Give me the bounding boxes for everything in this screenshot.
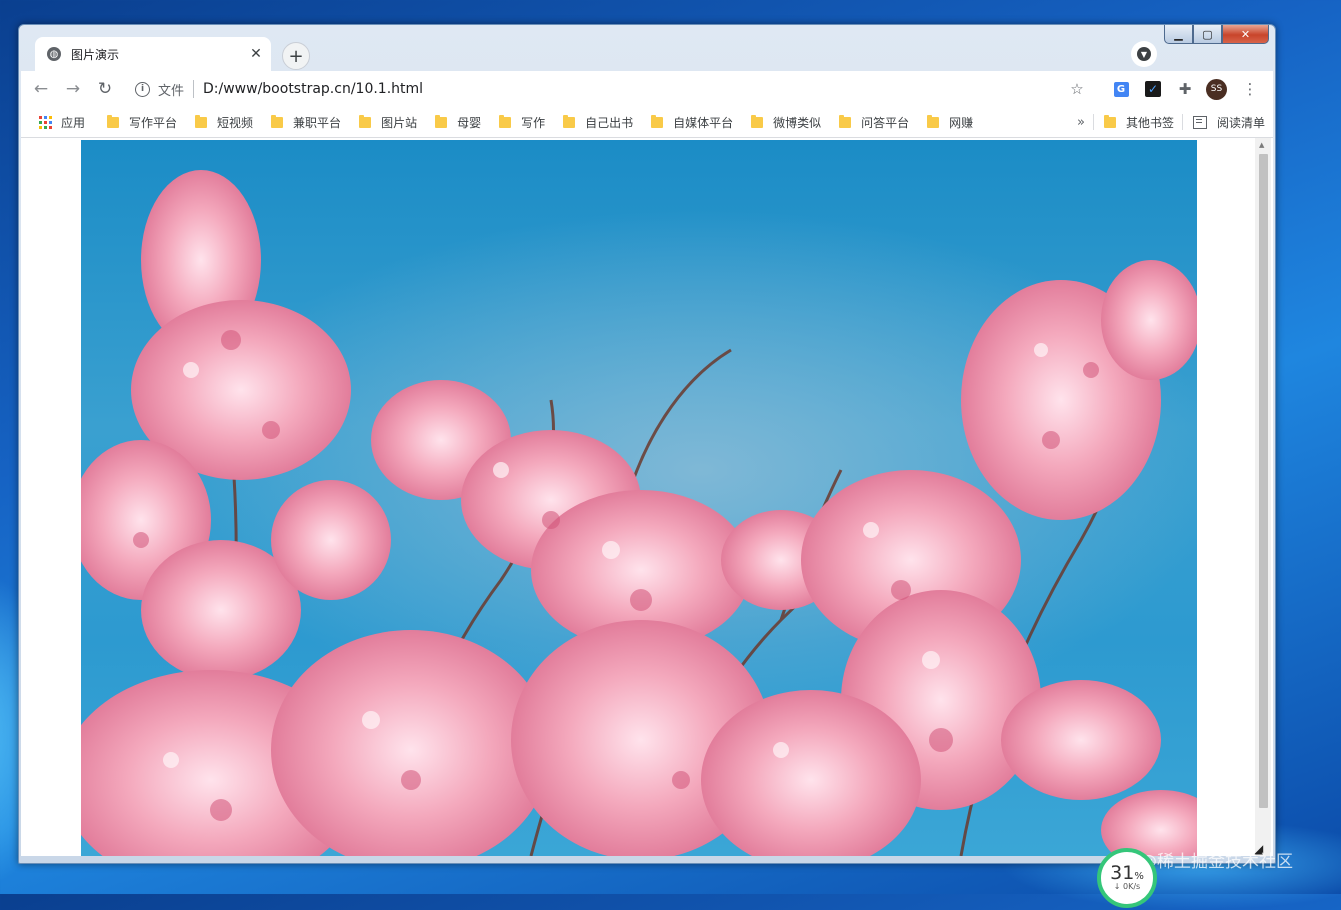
bookmark-folder[interactable]: 写作平台	[93, 110, 177, 134]
bookmark-apps[interactable]: 应用	[21, 110, 93, 134]
browser-window: ▁ ▢ ✕ ◍ 图片演示 ✕ + ▼ ← → ↻ i 文件 D:/www/boo…	[18, 24, 1276, 864]
apps-grid-icon	[39, 115, 52, 129]
reload-button[interactable]: ↻	[93, 77, 117, 101]
extension-check-icon[interactable]: ✓	[1138, 74, 1168, 104]
bookmark-label: 写作平台	[129, 115, 178, 130]
bookmark-label: 微博类似	[773, 115, 822, 130]
bookmark-folder[interactable]: 网赚	[909, 110, 973, 134]
reading-list-button[interactable]: 阅读清单	[1183, 110, 1273, 134]
tab-search-button[interactable]: ▼	[1131, 41, 1157, 67]
bookmark-folder[interactable]: 兼职平台	[253, 110, 341, 134]
page-viewport: ▲	[21, 138, 1273, 856]
chevron-down-icon: ▼	[1137, 47, 1151, 61]
folder-icon	[563, 114, 576, 128]
scroll-thumb[interactable]	[1259, 154, 1268, 808]
bookmark-folder[interactable]: 写作	[481, 110, 545, 134]
bookmark-folder[interactable]: 母婴	[417, 110, 481, 134]
bookmark-folder[interactable]: 自己出书	[545, 110, 633, 134]
reading-list-icon	[1192, 115, 1207, 129]
folder-icon	[195, 114, 208, 128]
minimize-button[interactable]: ▁	[1164, 25, 1193, 44]
avatar[interactable]: SS	[1206, 78, 1227, 100]
maximize-button[interactable]: ▢	[1193, 25, 1222, 44]
folder-icon	[107, 114, 120, 128]
bookmark-folder[interactable]: 图片站	[341, 110, 417, 134]
close-window-button[interactable]: ✕	[1222, 25, 1269, 44]
bookmark-label: 自媒体平台	[673, 115, 734, 130]
address-bar[interactable]: i 文件 D:/www/bootstrap.cn/10.1.html	[135, 75, 423, 103]
bookmark-label: 图片站	[381, 115, 418, 130]
bookmark-label: 短视频	[217, 115, 254, 130]
bookmarks-overflow-button[interactable]: »	[1069, 115, 1093, 130]
translate-icon[interactable]: G	[1106, 74, 1136, 104]
new-tab-button[interactable]: +	[282, 42, 310, 70]
blossom-illustration	[81, 170, 1197, 856]
bookmark-star-icon[interactable]: ☆	[1062, 74, 1092, 104]
divider	[193, 80, 195, 98]
info-icon[interactable]: i	[135, 81, 150, 97]
bookmark-label: 自己出书	[585, 115, 634, 130]
more-menu-icon[interactable]: ⋮	[1235, 74, 1265, 104]
toolbar: ← → ↻ i 文件 D:/www/bootstrap.cn/10.1.html…	[21, 71, 1273, 107]
bookmark-label: 母婴	[457, 115, 482, 130]
speed-percent: 31%	[1110, 862, 1144, 884]
bookmark-other[interactable]: 其他书签	[1094, 110, 1182, 134]
tab-active[interactable]: ◍ 图片演示 ✕	[35, 37, 271, 71]
watermark: @稀土掘金技术社区	[1140, 852, 1293, 872]
tab-close-icon[interactable]: ✕	[247, 46, 265, 62]
back-button[interactable]: ←	[29, 77, 53, 101]
globe-icon: ◍	[47, 47, 61, 61]
scheme-label: 文件	[158, 83, 185, 99]
bookmark-folder[interactable]: 微博类似	[733, 110, 821, 134]
url-text[interactable]: D:/www/bootstrap.cn/10.1.html	[203, 81, 423, 97]
forward-button[interactable]: →	[61, 77, 85, 101]
folder-icon	[927, 114, 940, 128]
bookmark-folder[interactable]: 问答平台	[821, 110, 909, 134]
bookmark-label: 应用	[61, 115, 86, 130]
bookmark-folder[interactable]: 短视频	[177, 110, 253, 134]
bookmarks-bar: 应用 写作平台 短视频 兼职平台 图片站 母婴 写作 自己出书 自媒体平台 微博…	[21, 107, 1273, 138]
folder-icon	[751, 114, 764, 128]
folder-icon	[271, 114, 284, 128]
vertical-scrollbar[interactable]: ▲	[1255, 138, 1271, 856]
toolbar-actions: ☆ G ✓ ✚ SS ⋮	[1060, 71, 1265, 107]
speed-rate: ↓ 0K/s	[1113, 882, 1141, 891]
bookmark-label: 问答平台	[861, 115, 910, 130]
bookmark-label: 写作	[521, 115, 546, 130]
bookmark-label: 阅读清单	[1216, 115, 1265, 130]
puzzle-extensions-icon[interactable]: ✚	[1170, 74, 1200, 104]
folder-icon	[1103, 114, 1116, 128]
network-speed-widget[interactable]: 31% ↓ 0K/s	[1097, 848, 1157, 908]
folder-icon	[651, 114, 664, 128]
cherry-blossom-photo	[81, 140, 1197, 856]
tab-title: 图片演示	[71, 47, 120, 62]
folder-icon	[839, 114, 852, 128]
window-controls: ▁ ▢ ✕	[1164, 25, 1269, 44]
bookmark-label: 网赚	[949, 115, 974, 130]
folder-icon	[435, 114, 448, 128]
bookmark-folder[interactable]: 自媒体平台	[633, 110, 733, 134]
bookmarks-right: » 其他书签 阅读清单	[1069, 107, 1273, 137]
bookmark-label: 兼职平台	[293, 115, 342, 130]
folder-icon	[359, 114, 372, 128]
folder-icon	[499, 114, 512, 128]
bookmark-label: 其他书签	[1125, 115, 1174, 130]
scroll-up-arrow-icon[interactable]: ▲	[1259, 141, 1264, 149]
